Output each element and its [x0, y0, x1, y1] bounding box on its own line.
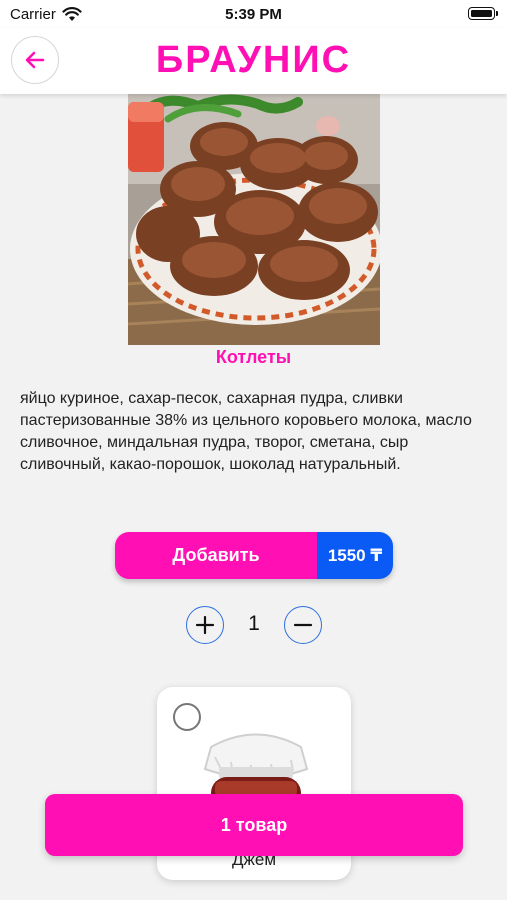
increase-quantity-button[interactable]: [186, 606, 224, 644]
cutlets-photo: [128, 94, 380, 345]
price-badge: 1550 ₸: [317, 532, 393, 579]
add-to-cart-group: Добавить 1550 ₸: [115, 532, 393, 579]
status-time: 5:39 PM: [225, 6, 282, 23]
quantity-value: 1: [248, 612, 260, 635]
minus-icon: [293, 623, 313, 627]
brand-logo: БРАУНИС: [155, 39, 352, 81]
battery-icon: [468, 7, 498, 20]
addon-select-radio[interactable]: [173, 703, 201, 731]
plus-icon: [195, 615, 215, 635]
cart-button[interactable]: 1 товар: [45, 794, 463, 856]
header: БРАУНИС: [0, 28, 507, 94]
add-button[interactable]: Добавить: [115, 532, 317, 579]
product-image: [128, 94, 380, 345]
decrease-quantity-button[interactable]: [284, 606, 322, 644]
product-title: Котлеты: [215, 347, 292, 367]
status-bar: Carrier 5:39 PM: [0, 0, 507, 28]
product-description: яйцо куриное, сахар-песок, сахарная пудр…: [20, 390, 472, 473]
